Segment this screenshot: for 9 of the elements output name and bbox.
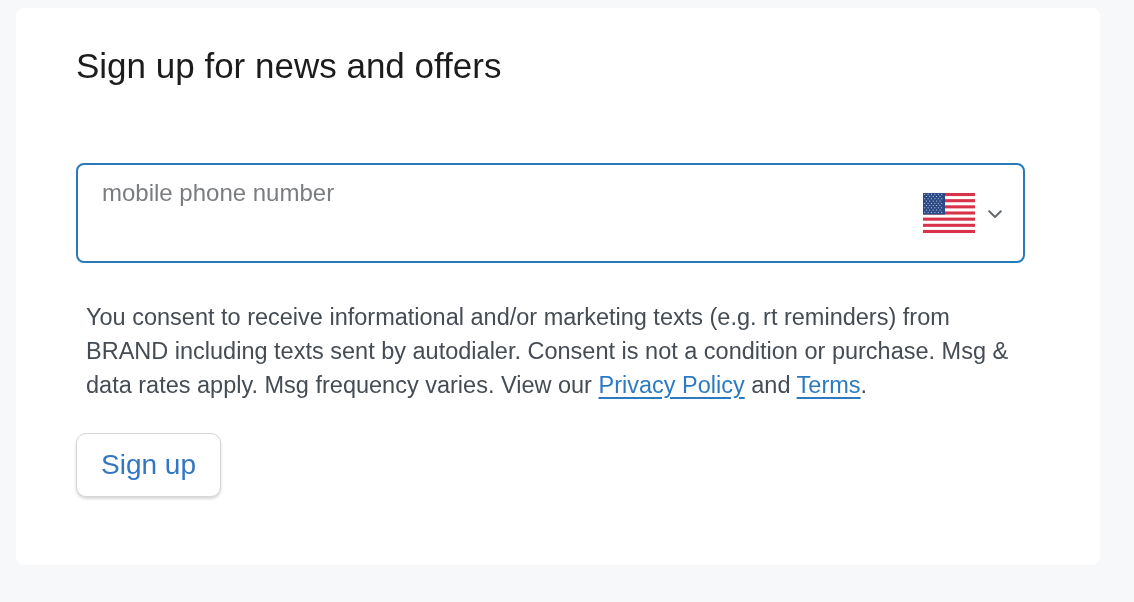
phone-number-field[interactable]: mobile phone number bbox=[76, 163, 1025, 263]
flag-icon bbox=[923, 193, 975, 233]
policy-link[interactable]: Terms bbox=[796, 372, 861, 398]
sign-up-button[interactable]: Sign up bbox=[76, 433, 221, 497]
chevron-down-icon bbox=[988, 209, 1002, 219]
country-select-button[interactable] bbox=[923, 193, 1002, 233]
consent-text: You consent to receive informational and/or marketing texts (e.g. rt reminders) from BRAND including texts sent by autodialer. Consent is not a condition or purchase. Msg & data rates apply. Msg frequency varies. View our Privacy Policy and Terms. bbox=[86, 303, 1010, 400]
form-title: Sign up for news and offers bbox=[76, 45, 502, 87]
policy-link[interactable]: Privacy Policy bbox=[598, 372, 745, 398]
